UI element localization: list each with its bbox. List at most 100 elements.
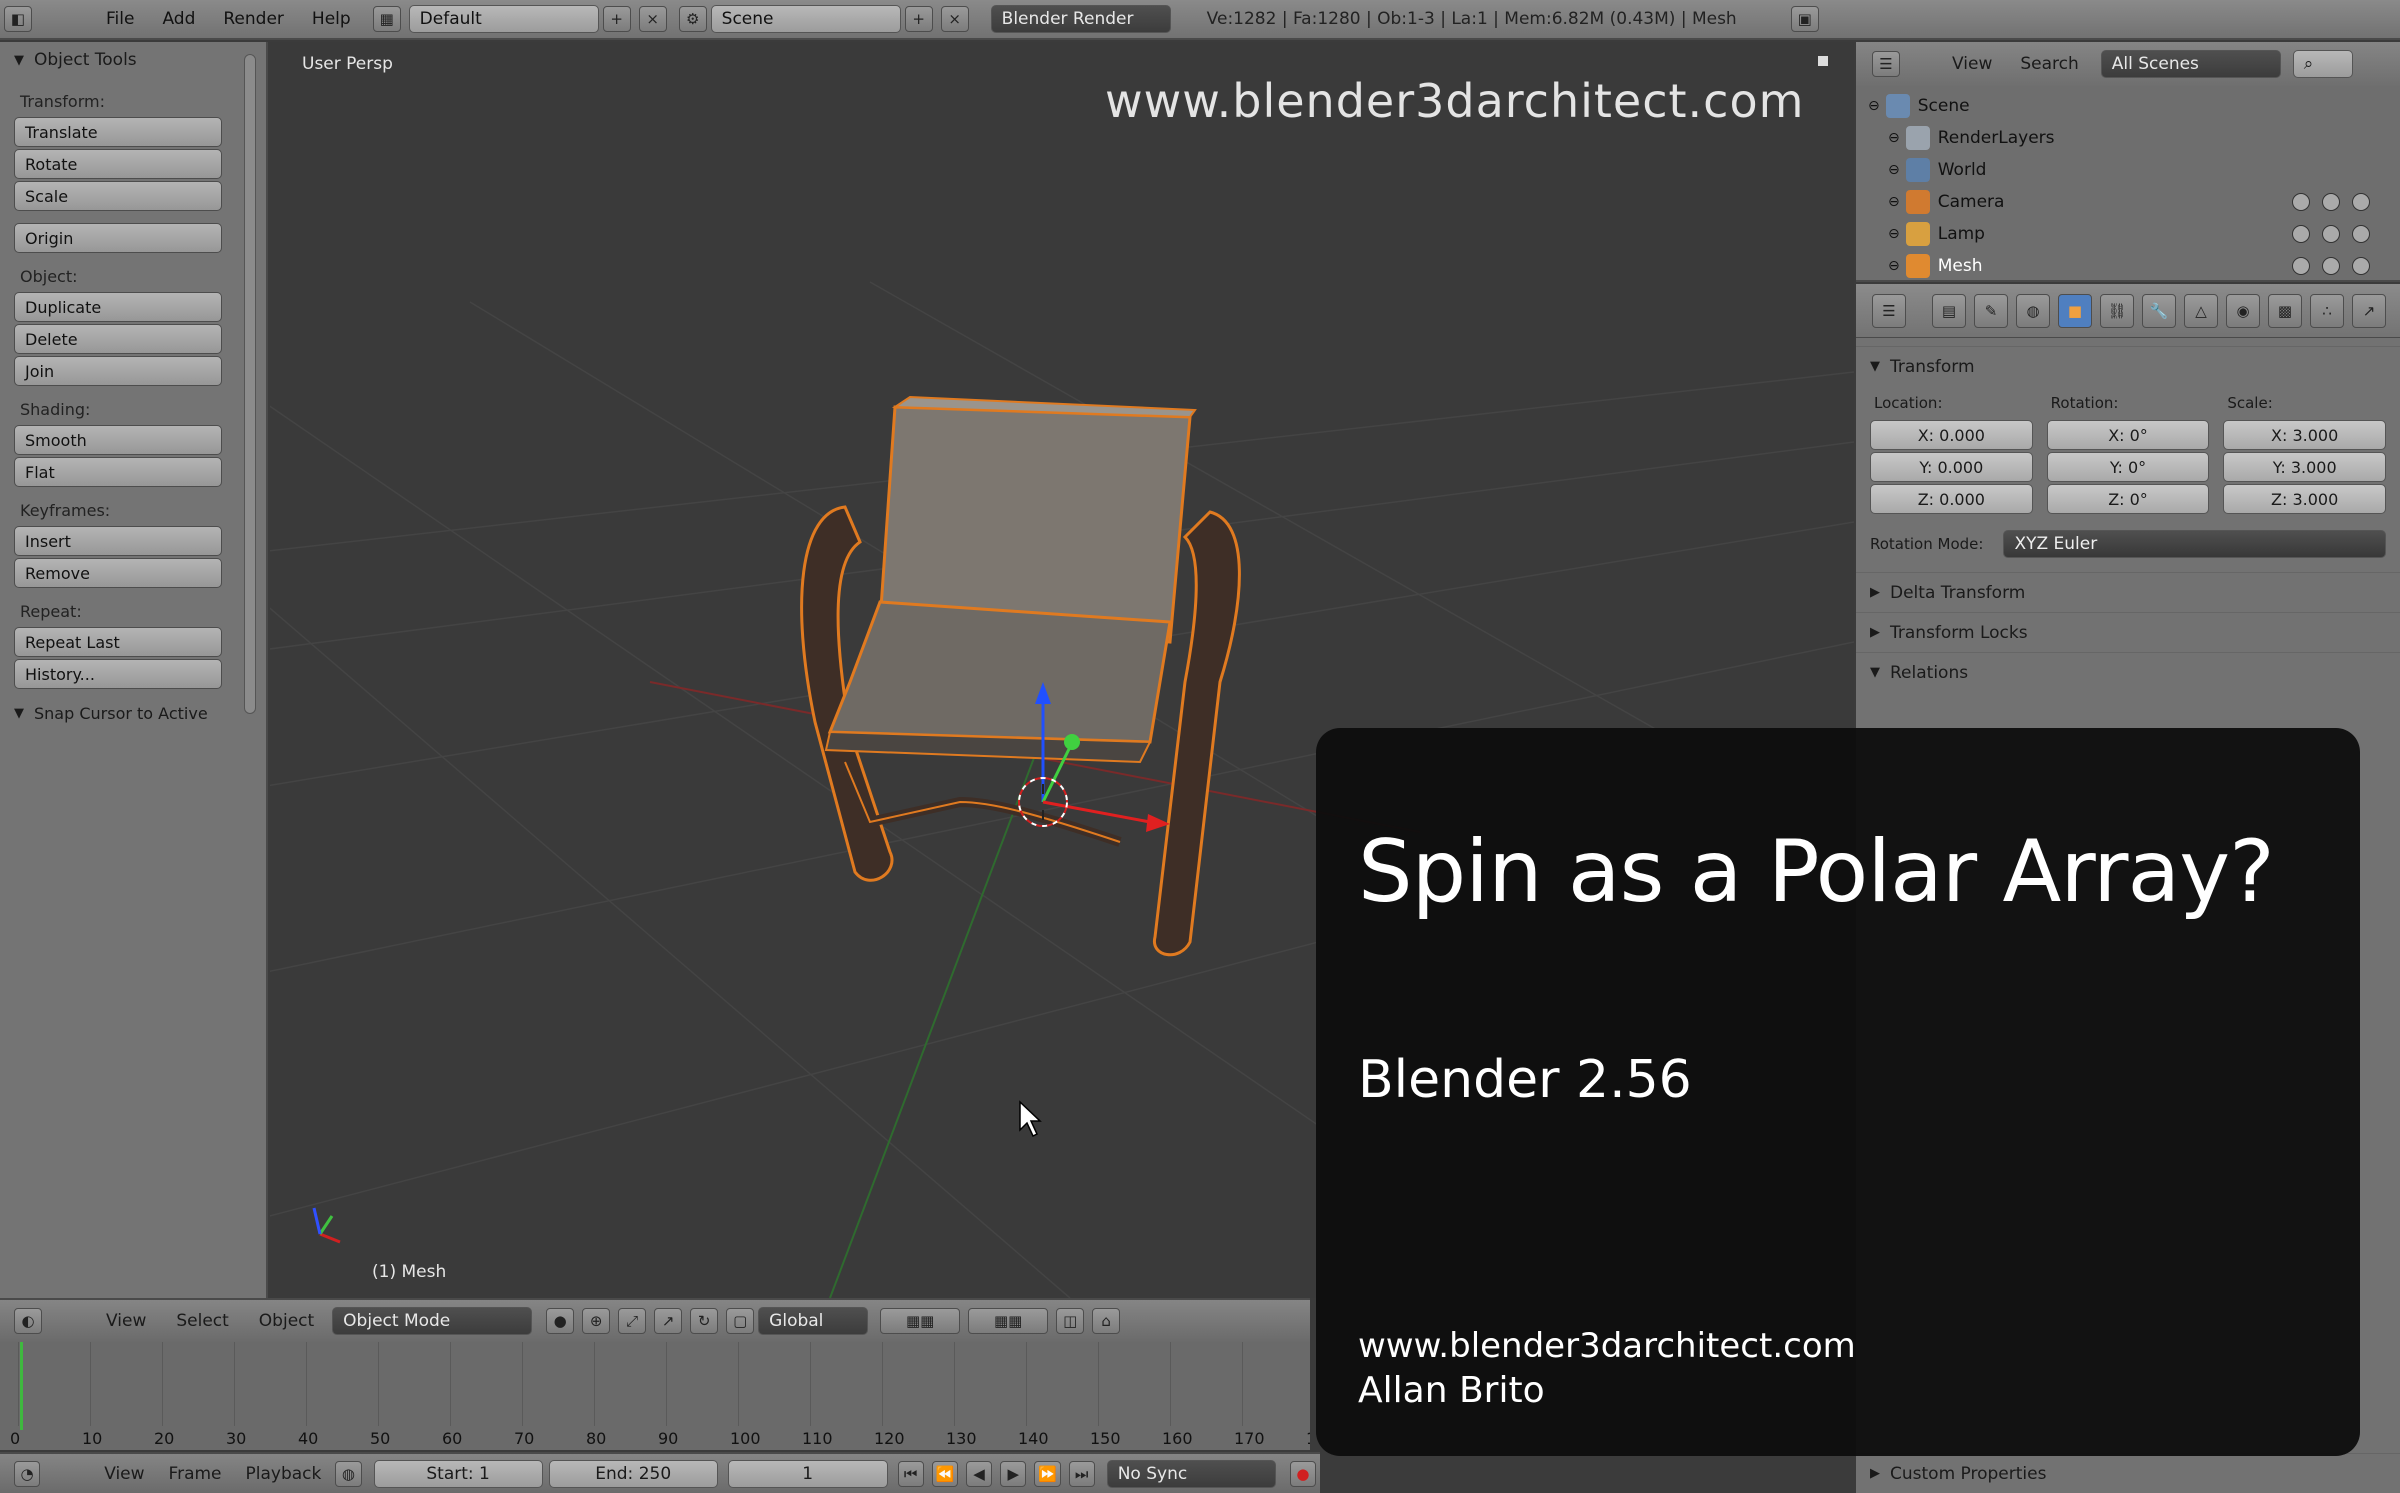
tool-button-scale[interactable]: Scale xyxy=(14,181,222,211)
scene-icon[interactable]: ⚙ xyxy=(678,6,707,32)
tool-button-delete[interactable]: Delete xyxy=(14,324,222,354)
tool-button-smooth[interactable]: Smooth xyxy=(14,425,222,455)
outliner-menu-search[interactable]: Search xyxy=(2020,54,2078,74)
window-toggle-icon[interactable]: ▣ xyxy=(1790,6,1819,32)
tool-button-rotate[interactable]: Rotate xyxy=(14,149,222,179)
render-icon[interactable] xyxy=(2352,257,2370,275)
editor-type-icon[interactable]: ☰ xyxy=(1872,51,1900,77)
editor-type-icon[interactable]: ◐ xyxy=(14,1308,42,1334)
rotation-x-field[interactable]: X: 0° xyxy=(2046,420,2210,450)
eye-icon[interactable] xyxy=(2292,193,2310,211)
delta-transform-panel-header[interactable]: ▶ Delta Transform xyxy=(1856,572,2400,612)
scale-x-field[interactable]: X: 3.000 xyxy=(2223,420,2387,450)
editor-type-icon[interactable]: ◧ xyxy=(4,6,32,32)
timeline-menu-frame[interactable]: Frame xyxy=(169,1464,222,1484)
tool-button-duplicate[interactable]: Duplicate xyxy=(14,292,222,322)
scale-y-field[interactable]: Y: 3.000 xyxy=(2223,452,2387,482)
expand-toggle-icon[interactable]: ⊖ xyxy=(1888,130,1900,146)
cursor-icon[interactable] xyxy=(2322,225,2340,243)
scale-manipulator-icon[interactable]: ▢ xyxy=(726,1308,755,1334)
translate-manipulator-icon[interactable]: ↗ xyxy=(654,1308,683,1334)
outliner-row-world[interactable]: ⊖ World xyxy=(1868,154,2400,186)
expand-toggle-icon[interactable]: ⊖ xyxy=(1888,194,1900,210)
remove-scene-icon[interactable]: × xyxy=(940,6,969,32)
custom-properties-panel-header[interactable]: ▶ Custom Properties xyxy=(1856,1453,2400,1493)
eye-icon[interactable] xyxy=(2292,225,2310,243)
timeline-menu-playback[interactable]: Playback xyxy=(246,1464,322,1484)
physics-tab-icon[interactable]: ↗ xyxy=(2352,293,2386,328)
tool-button-remove[interactable]: Remove xyxy=(14,558,222,588)
relations-panel-header[interactable]: ▼ Relations xyxy=(1856,652,2400,692)
operator-panel-header[interactable]: ▼ Snap Cursor to Active xyxy=(0,695,266,731)
material-tab-icon[interactable]: ◉ xyxy=(2226,293,2260,328)
screen-layout-field[interactable]: Default xyxy=(408,5,599,33)
scale-z-field[interactable]: Z: 3.000 xyxy=(2223,484,2387,514)
texture-tab-icon[interactable]: ▩ xyxy=(2268,293,2302,328)
timeline-menu-view[interactable]: View xyxy=(104,1464,144,1484)
render-icon[interactable] xyxy=(2352,193,2370,211)
data-tab-icon[interactable]: △ xyxy=(2184,293,2218,328)
outliner-row-lamp[interactable]: ⊖ Lamp xyxy=(1868,218,2400,250)
tool-button-insert[interactable]: Insert xyxy=(14,526,222,556)
transform-panel-header[interactable]: ▼ Transform xyxy=(1856,346,2400,386)
jump-start-icon[interactable]: ⏮ xyxy=(897,1460,924,1487)
menu-add[interactable]: Add xyxy=(162,9,195,29)
render-engine-select[interactable]: Blender Render xyxy=(990,5,1171,33)
tool-button-origin[interactable]: Origin xyxy=(14,223,222,253)
constraints-tab-icon[interactable]: ⛓ xyxy=(2100,293,2134,328)
tool-button-repeat-last[interactable]: Repeat Last xyxy=(14,627,222,657)
interaction-mode-select[interactable]: Object Mode xyxy=(332,1307,533,1335)
expand-toggle-icon[interactable]: ⊖ xyxy=(1868,98,1880,114)
transform-orientation-select[interactable]: Global xyxy=(758,1307,869,1335)
tool-button-history[interactable]: History... xyxy=(14,659,222,689)
chair-mesh[interactable] xyxy=(800,395,1241,957)
scene-tab-icon[interactable]: ✎ xyxy=(1974,293,2008,328)
rotation-z-field[interactable]: Z: 0° xyxy=(2046,484,2210,514)
record-icon[interactable]: ● xyxy=(1289,1460,1316,1487)
editor-type-icon[interactable]: ☰ xyxy=(1872,293,1906,328)
outliner-row-renderlayers[interactable]: ⊖ RenderLayers xyxy=(1868,122,2400,154)
tool-button-flat[interactable]: Flat xyxy=(14,457,222,487)
add-scene-icon[interactable]: + xyxy=(904,6,933,32)
current-frame-field[interactable]: 1 xyxy=(727,1459,888,1488)
layers-grid-icon-2[interactable]: ▦▦ xyxy=(968,1308,1049,1334)
rotation-y-field[interactable]: Y: 0° xyxy=(2046,452,2210,482)
screen-layout-icon[interactable]: ▦ xyxy=(372,6,401,32)
outliner-menu-view[interactable]: View xyxy=(1952,54,1992,74)
manipulator-toggle-icon[interactable]: ⤢ xyxy=(618,1308,647,1334)
editor-type-icon[interactable]: ◔ xyxy=(14,1460,41,1487)
rotation-mode-select[interactable]: XYZ Euler xyxy=(2003,530,2386,558)
keying-set-icon[interactable]: ◍ xyxy=(335,1460,362,1487)
prev-keyframe-icon[interactable]: ⏪ xyxy=(931,1460,958,1487)
cursor-icon[interactable] xyxy=(2322,257,2340,275)
menu-file[interactable]: File xyxy=(106,9,134,29)
current-frame-indicator[interactable] xyxy=(20,1342,23,1430)
sync-mode-select[interactable]: No Sync xyxy=(1106,1459,1276,1488)
eye-icon[interactable] xyxy=(2292,257,2310,275)
expand-toggle-icon[interactable]: ⊖ xyxy=(1888,226,1900,242)
remove-screen-icon[interactable]: × xyxy=(638,6,667,32)
modifiers-tab-icon[interactable]: 🔧 xyxy=(2142,293,2176,328)
world-tab-icon[interactable]: ◍ xyxy=(2016,293,2050,328)
transform-locks-panel-header[interactable]: ▶ Transform Locks xyxy=(1856,612,2400,652)
display-mode-select[interactable]: All Scenes xyxy=(2100,50,2281,78)
tool-button-join[interactable]: Join xyxy=(14,356,222,386)
pivot-point-icon[interactable]: ⊕ xyxy=(582,1308,611,1334)
object-tools-panel-header[interactable]: ▼ Object Tools xyxy=(0,42,266,78)
lock-camera-icon[interactable]: ◫ xyxy=(1056,1308,1085,1334)
menu-help[interactable]: Help xyxy=(312,9,351,29)
expand-toggle-icon[interactable]: ⊖ xyxy=(1888,258,1900,274)
start-frame-field[interactable]: Start: 1 xyxy=(373,1459,543,1488)
play-reverse-icon[interactable]: ◀ xyxy=(965,1460,993,1487)
outliner-search-input[interactable]: ⌕ xyxy=(2292,50,2353,78)
outliner-row-camera[interactable]: ⊖ Camera xyxy=(1868,186,2400,218)
render-icon[interactable] xyxy=(2352,225,2370,243)
object-menu[interactable]: Object xyxy=(259,1311,314,1331)
render-tab-icon[interactable]: ▤ xyxy=(1932,293,1966,328)
outliner-row-scene[interactable]: ⊖ Scene xyxy=(1868,90,2400,122)
jump-end-icon[interactable]: ⏭ xyxy=(1068,1460,1095,1487)
add-screen-icon[interactable]: + xyxy=(602,6,631,32)
view-menu[interactable]: View xyxy=(106,1311,146,1331)
end-frame-field[interactable]: End: 250 xyxy=(548,1459,718,1488)
snap-icon[interactable]: ⌂ xyxy=(1092,1308,1121,1334)
